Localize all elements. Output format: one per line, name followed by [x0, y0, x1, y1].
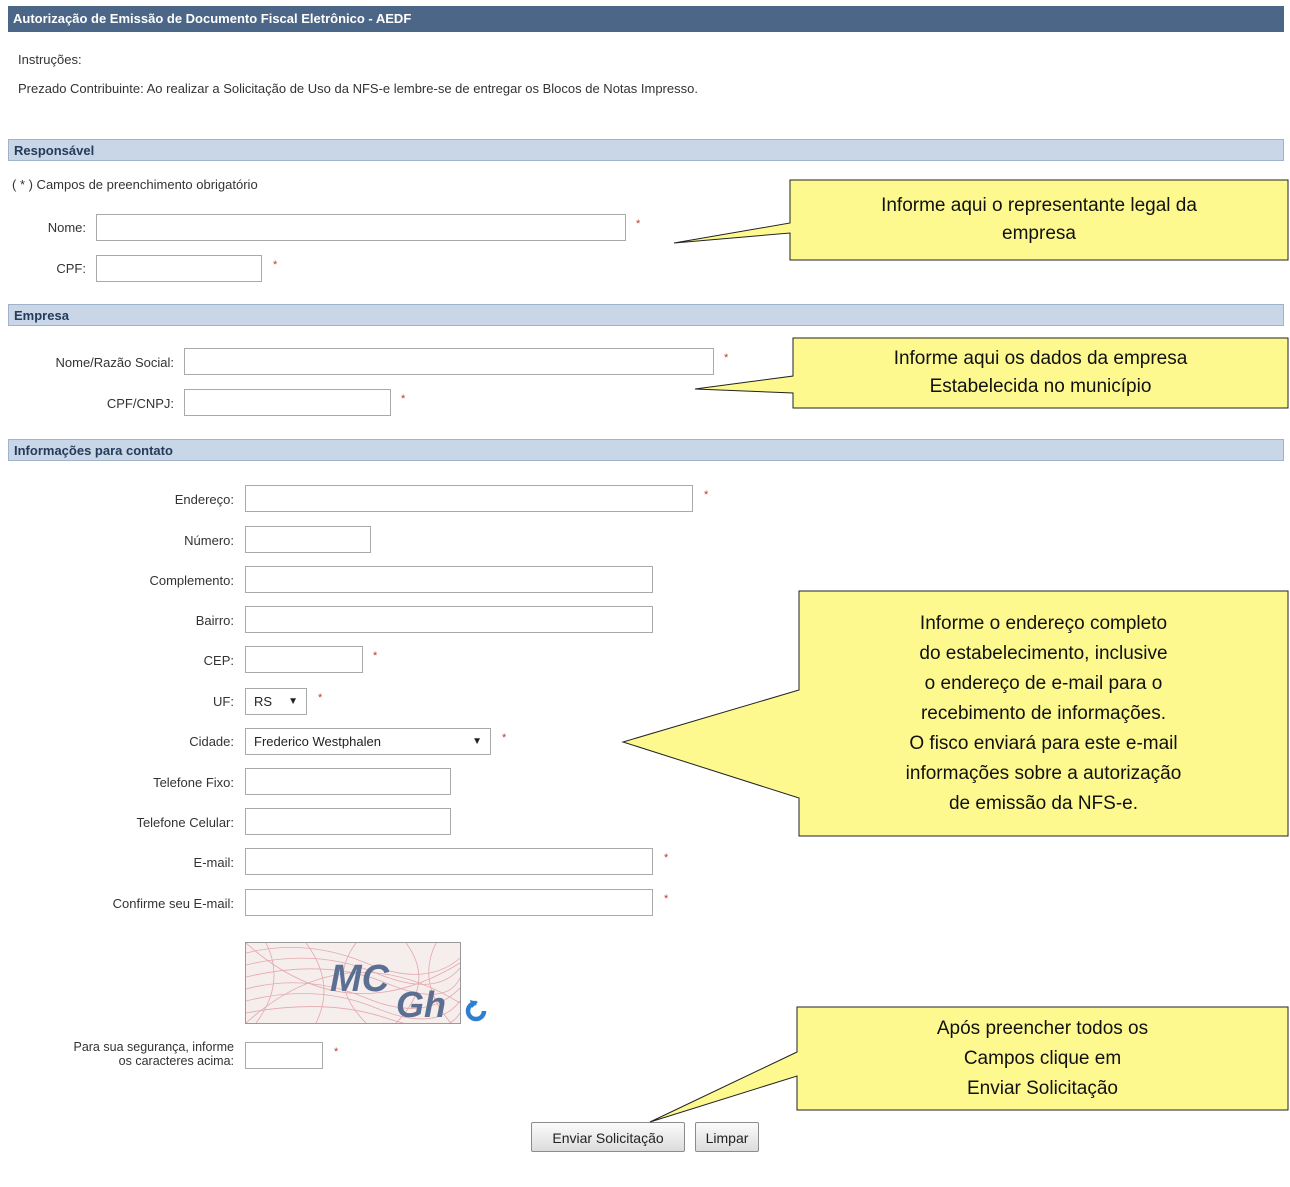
callout-contato: Informe o endereço completo do estabelec…	[905, 612, 1182, 814]
callout-empresa: Informe aqui os dados da empresa Estabel…	[893, 348, 1188, 397]
callout-enviar: Após preencher todos os Campos clique em…	[936, 1017, 1149, 1099]
callout-responsavel: Informe aqui o representante legal da em…	[881, 195, 1197, 244]
